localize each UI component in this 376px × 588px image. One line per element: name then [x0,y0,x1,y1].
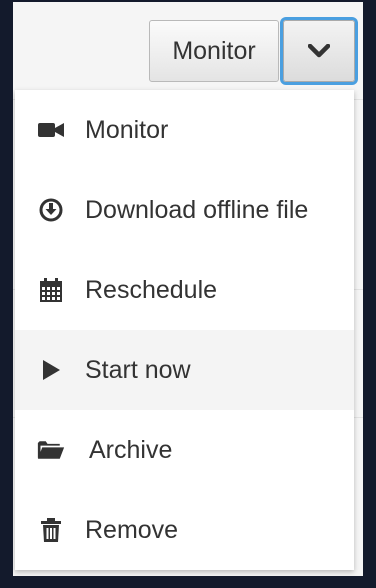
menu-item-download-offline-file[interactable]: Download offline file [15,170,354,250]
menu-item-reschedule[interactable]: Reschedule [15,250,354,330]
menu-item-monitor[interactable]: Monitor [15,90,354,170]
menu-item-label: Start now [85,355,191,384]
menu-item-label: Archive [89,435,173,464]
chevron-down-icon [308,44,330,58]
menu-item-label: Remove [85,515,179,544]
dropdown-toggle-button[interactable] [283,20,355,82]
calendar-icon [37,276,65,304]
dropdown-menu: Monitor Download offline file Reschedule… [15,90,354,570]
folder-open-icon [37,436,65,464]
menu-item-start-now[interactable]: Start now [15,330,354,410]
menu-item-label: Reschedule [85,275,218,304]
play-icon [37,356,65,384]
menu-item-label: Download offline file [85,195,309,224]
download-icon [37,196,65,224]
monitor-button[interactable]: Monitor [149,20,279,82]
app-frame: Monitor Monitor Download offline file Re… [13,2,363,576]
menu-item-remove[interactable]: Remove [15,490,354,570]
menu-item-archive[interactable]: Archive [15,410,354,490]
menu-item-label: Monitor [85,115,169,144]
trash-icon [37,516,65,544]
video-camera-icon [37,116,65,144]
